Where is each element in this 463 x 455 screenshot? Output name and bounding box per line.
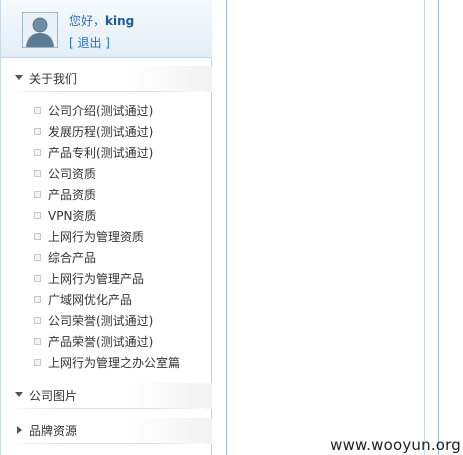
bullet-icon bbox=[34, 275, 41, 282]
bullet-icon bbox=[34, 359, 41, 366]
menu-item-patents[interactable]: 产品专利(测试通过) bbox=[1, 143, 212, 164]
menu-item-label: 公司介绍(测试通过) bbox=[48, 104, 154, 118]
bullet-icon bbox=[34, 191, 41, 198]
menu-item-office-behavior[interactable]: 上网行为管理之办公室篇 bbox=[1, 353, 212, 374]
menu-item-label: 上网行为管理资质 bbox=[48, 230, 145, 244]
frame-divider bbox=[226, 0, 227, 455]
chevron-down-icon bbox=[15, 75, 23, 80]
avatar bbox=[22, 12, 58, 48]
menu-item-company-qualification[interactable]: 公司资质 bbox=[1, 164, 212, 185]
chevron-right-icon bbox=[17, 426, 22, 434]
menu-item-label: 广域网优化产品 bbox=[48, 293, 133, 307]
menu-item-product-qualification[interactable]: 产品资质 bbox=[1, 185, 212, 206]
bullet-icon bbox=[34, 128, 41, 135]
bullet-icon bbox=[34, 107, 41, 114]
watermark: www.wooyun.org bbox=[330, 436, 461, 454]
menu-item-history[interactable]: 发展历程(测试通过) bbox=[1, 122, 212, 143]
user-panel: 您好，king [ 退出 ] bbox=[1, 0, 212, 58]
greeting: 您好，king bbox=[69, 12, 134, 29]
menu-item-label: 产品资质 bbox=[48, 188, 97, 202]
sidebar: 您好，king [ 退出 ] 关于我们 公司介绍(测试通过) 发展历程(测试通过… bbox=[0, 0, 212, 455]
about-menu-list: 公司介绍(测试通过) 发展历程(测试通过) 产品专利(测试通过) 公司资质 产品… bbox=[1, 101, 212, 374]
bullet-icon bbox=[34, 170, 41, 177]
chevron-down-icon bbox=[15, 392, 23, 397]
menu-item-product-honors[interactable]: 产品荣誉(测试通过) bbox=[1, 332, 212, 353]
bullet-icon bbox=[34, 338, 41, 345]
greeting-text: 您好， bbox=[69, 14, 106, 28]
menu-item-label: 产品专利(测试通过) bbox=[48, 146, 154, 160]
bullet-icon bbox=[34, 212, 41, 219]
bullet-icon bbox=[34, 254, 41, 261]
menu-item-label: 发展历程(测试通过) bbox=[48, 125, 154, 139]
bullet-icon bbox=[34, 317, 41, 324]
menu-item-label: 上网行为管理之办公室篇 bbox=[48, 356, 181, 370]
menu-item-label: 公司荣誉(测试通过) bbox=[48, 314, 154, 328]
frame-divider bbox=[438, 0, 439, 455]
menu-item-company-honors[interactable]: 公司荣誉(测试通过) bbox=[1, 311, 212, 332]
menu-item-vpn-qualification[interactable]: VPN资质 bbox=[1, 206, 212, 227]
menu-item-label: 产品荣誉(测试通过) bbox=[48, 335, 154, 349]
app-window: 您好，king [ 退出 ] 关于我们 公司介绍(测试通过) 发展历程(测试通过… bbox=[0, 0, 463, 455]
username: king bbox=[105, 14, 135, 28]
section-label-brand: 品牌资源 bbox=[29, 424, 78, 438]
section-label-about: 关于我们 bbox=[29, 72, 78, 86]
bullet-icon bbox=[34, 296, 41, 303]
menu-item-company-intro[interactable]: 公司介绍(测试通过) bbox=[1, 101, 212, 122]
logout-link[interactable]: [ 退出 ] bbox=[69, 34, 110, 51]
section-header-about[interactable]: 关于我们 bbox=[1, 66, 212, 92]
section-header-photos[interactable]: 公司图片 bbox=[1, 383, 212, 409]
menu-item-behavior-qualification[interactable]: 上网行为管理资质 bbox=[1, 227, 212, 248]
menu-item-label: 上网行为管理产品 bbox=[48, 272, 145, 286]
menu-item-label: 综合产品 bbox=[48, 251, 97, 265]
frame-divider bbox=[424, 0, 425, 455]
section-divider bbox=[7, 91, 206, 92]
section-divider bbox=[7, 443, 206, 444]
section-label-photos: 公司图片 bbox=[29, 389, 78, 403]
menu-item-wan-optimization[interactable]: 广域网优化产品 bbox=[1, 290, 212, 311]
section-header-brand[interactable]: 品牌资源 bbox=[1, 418, 212, 444]
user-avatar-icon bbox=[23, 13, 57, 47]
menu-item-behavior-products[interactable]: 上网行为管理产品 bbox=[1, 269, 212, 290]
menu-item-label: VPN资质 bbox=[48, 209, 97, 223]
bullet-icon bbox=[34, 149, 41, 156]
menu-item-label: 公司资质 bbox=[48, 167, 97, 181]
bullet-icon bbox=[34, 233, 41, 240]
menu-item-integrated-products[interactable]: 综合产品 bbox=[1, 248, 212, 269]
section-divider bbox=[7, 408, 206, 409]
